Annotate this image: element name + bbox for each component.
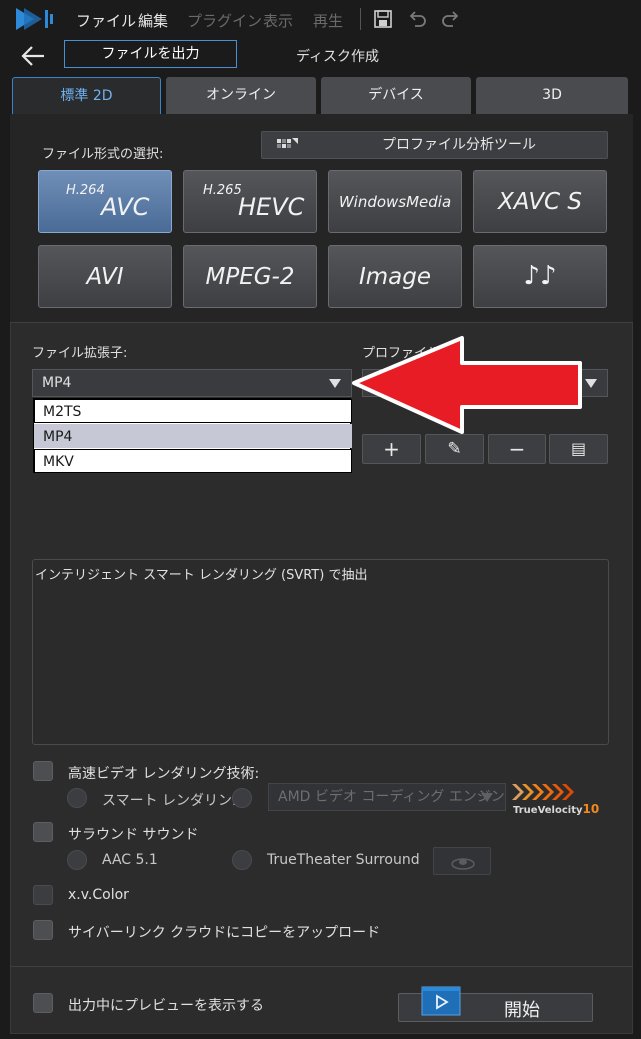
tab-3d[interactable]: 3D [476, 77, 628, 114]
truetheater-radio[interactable] [232, 850, 252, 870]
file-extension-label: ファイル拡張子: [32, 346, 128, 361]
format-windowsmedia-button[interactable]: WindowsMedia [328, 170, 462, 233]
surround-checkbox[interactable] [33, 822, 53, 842]
file-extension-dropdown-list: M2TS MP4 MKV [33, 398, 352, 473]
back-arrow-icon[interactable] [20, 44, 46, 68]
xvcolor-label: x.v.Color [68, 887, 129, 903]
format-avi-button[interactable]: AVI [38, 245, 172, 308]
smart-render-radio[interactable] [67, 788, 87, 808]
preview-label: 出力中にプレビューを表示する [68, 998, 264, 1014]
format-hevc-codec: H.265 [203, 183, 242, 198]
format-image-label: Image [358, 264, 432, 290]
add-profile-button[interactable]: + [362, 434, 421, 464]
chevron-down-icon [329, 379, 341, 388]
music-notes-icon: ♪♪ [523, 261, 557, 291]
menu-edit[interactable]: 編集 [138, 10, 168, 31]
speaker-icon [451, 858, 475, 870]
red-arrow-annotation [352, 336, 582, 434]
format-hevc-label: HEVC [238, 193, 305, 221]
remove-profile-button[interactable]: − [488, 434, 546, 464]
fast-render-label: 高速ビデオ レンダリング技術: [68, 766, 260, 782]
tab-create-disc[interactable]: ディスク作成 [296, 46, 379, 66]
menu-plugin[interactable]: プラグイン [187, 10, 262, 31]
play-icon [421, 986, 461, 1016]
divider [10, 966, 633, 967]
extension-option-mkv[interactable]: MKV [34, 449, 352, 473]
aac-label: AAC 5.1 [102, 852, 158, 868]
profile-description-box: インテリジェント スマート レンダリング (SVRT) で抽出 [32, 559, 609, 745]
tab-device[interactable]: デバイス [321, 77, 471, 114]
truevelocity-caption: TrueVelocity10 [513, 802, 599, 816]
tab-export-file[interactable]: ファイルを出力 [64, 40, 237, 68]
tab-online[interactable]: オンライン [166, 77, 316, 114]
app-logo-icon [16, 8, 53, 30]
start-label: 開始 [504, 1000, 540, 1021]
menu-bar: ファイル 編集 プラグイン 表示 再生 [0, 0, 641, 38]
extension-option-m2ts[interactable]: M2TS [34, 399, 352, 423]
format-audio-button[interactable]: ♪♪ [473, 245, 607, 308]
undo-icon[interactable] [406, 8, 428, 30]
truetheater-label: TrueTheater Surround [267, 852, 420, 868]
format-hevc-button[interactable]: H.265 HEVC [183, 170, 317, 233]
tab-standard-2d[interactable]: 標準 2D [12, 77, 161, 114]
truevelocity-text-velocity: Velocity [537, 805, 583, 816]
menu-file[interactable]: ファイル [76, 10, 136, 31]
format-xavcs-label: XAVC S [497, 189, 583, 215]
chevron-down-icon [481, 793, 493, 802]
cloud-upload-label: サイバーリンク クラウドにコピーをアップロード [68, 925, 381, 941]
amd-engine-value: AMD ビデオ コーディング エンジン [278, 789, 505, 805]
extension-option-mp4[interactable]: MP4 [34, 424, 352, 448]
preview-checkbox[interactable] [33, 993, 53, 1013]
menu-view[interactable]: 表示 [263, 10, 293, 31]
truevelocity-text-version: 10 [582, 802, 600, 816]
surround-settings-button[interactable] [433, 847, 491, 875]
format-avc-codec: H.264 [66, 183, 105, 198]
format-avi-label: AVI [86, 264, 124, 290]
profile-analysis-button[interactable]: プロファイル分析ツール [261, 131, 608, 159]
format-image-button[interactable]: Image [328, 245, 462, 308]
redo-icon[interactable] [440, 8, 462, 30]
file-format-label: ファイル形式の選択: [42, 147, 164, 162]
profile-analysis-label: プロファイル分析ツール [382, 137, 536, 153]
profile-details-button[interactable]: ▤ [549, 434, 608, 464]
surround-label: サラウンド サウンド [68, 827, 199, 843]
format-avc-label: AVC [101, 193, 150, 221]
cloud-upload-checkbox[interactable] [33, 920, 53, 940]
aac-radio[interactable] [67, 850, 87, 870]
file-extension-select[interactable]: MP4 [32, 369, 352, 397]
amd-engine-radio[interactable] [232, 788, 252, 808]
edit-profile-button[interactable]: ✎ [425, 434, 484, 464]
format-windowsmedia-label: WindowsMedia [338, 193, 452, 211]
divider [10, 322, 633, 323]
profile-analysis-icon [277, 138, 298, 148]
menu-play[interactable]: 再生 [313, 10, 343, 31]
format-avc-button[interactable]: H.264 AVC [38, 170, 172, 233]
smart-render-label: スマート レンダリン... [102, 793, 246, 809]
format-mpeg2-label: MPEG-2 [205, 264, 295, 290]
menu-separator [360, 8, 361, 30]
start-button[interactable]: 開始 [398, 986, 593, 1022]
file-extension-value: MP4 [42, 375, 72, 391]
amd-engine-select[interactable]: AMD ビデオ コーディング エンジン [268, 783, 506, 811]
format-mpeg2-button[interactable]: MPEG-2 [183, 245, 317, 308]
chevron-down-icon [585, 379, 597, 388]
truevelocity-text-true: True [513, 805, 538, 816]
format-xavcs-button[interactable]: XAVC S [473, 170, 607, 233]
xvcolor-checkbox[interactable] [33, 885, 53, 905]
save-icon[interactable] [372, 8, 394, 30]
fast-render-checkbox[interactable] [33, 761, 53, 781]
